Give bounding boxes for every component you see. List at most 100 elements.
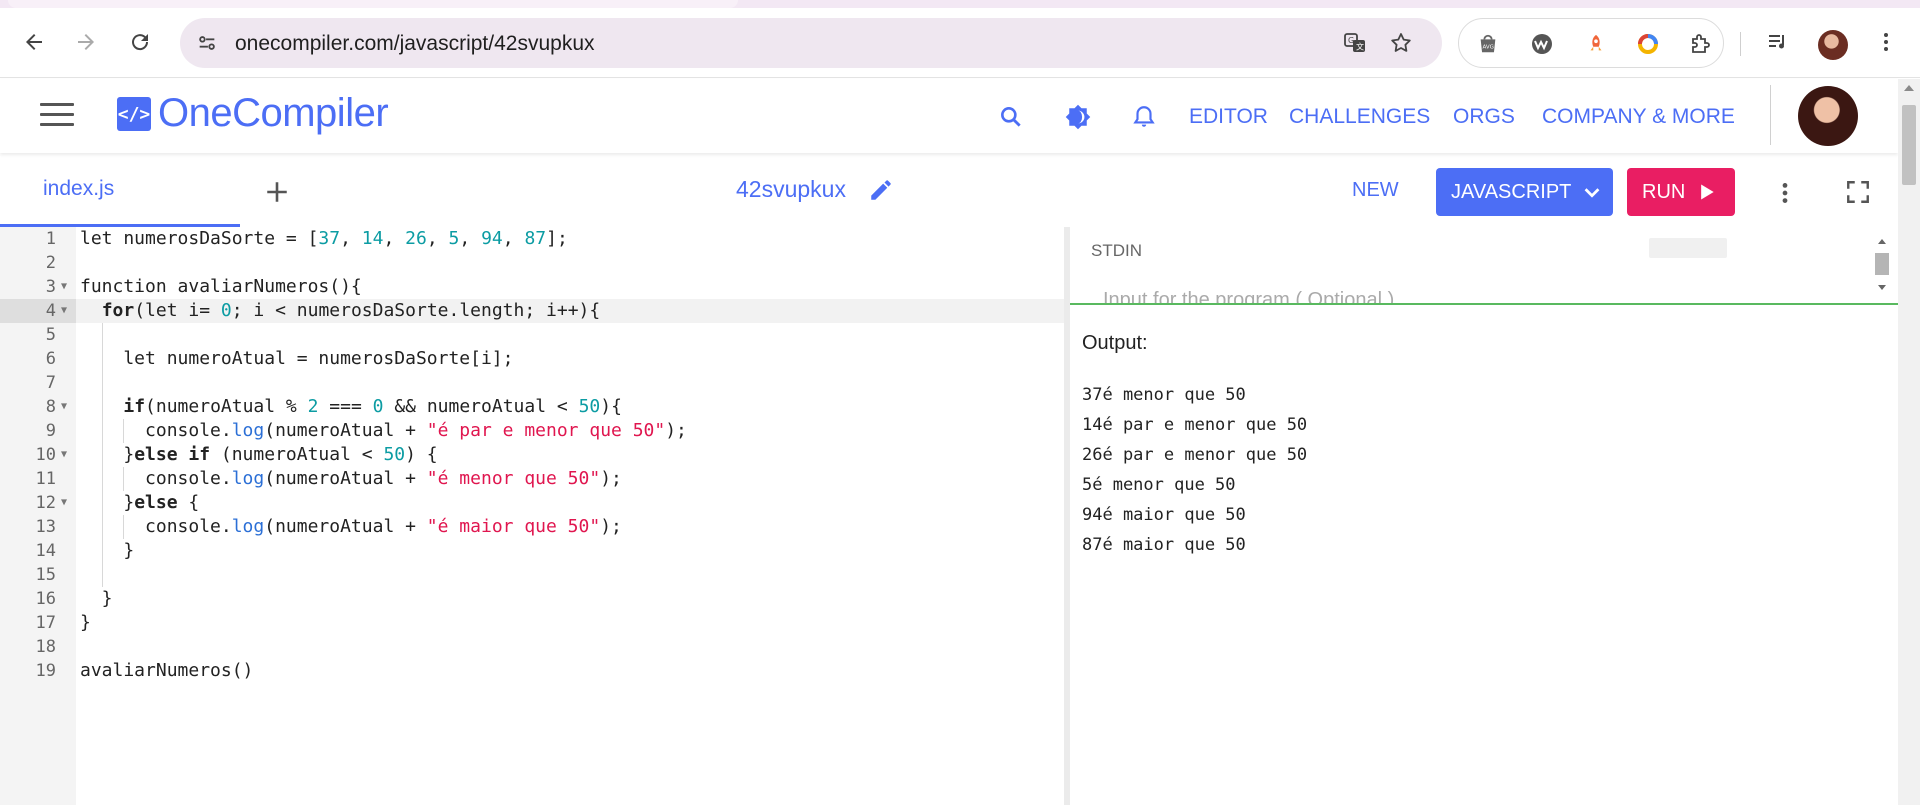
browser-toolbar: onecompiler.com/javascript/42svupkux G文 … xyxy=(0,8,1920,78)
output-line: 5é menor que 50 xyxy=(1082,475,1236,495)
extensions-group: AVG xyxy=(1458,18,1724,68)
line-number: 9 xyxy=(45,421,56,441)
code-line: }else { xyxy=(80,492,200,513)
code-editor[interactable]: 1 2 3 ▼ 4 ▼ 5 6 7 8 ▼ 9 10 ▼ 11 12 ▼ 13 14 15 16 17 18 19 let n… xyxy=(0,227,1064,805)
line-number: 13 xyxy=(35,517,56,537)
line-number: 15 xyxy=(35,565,56,585)
indent-guide xyxy=(123,515,125,539)
indent-guide xyxy=(101,323,103,587)
fold-arrow-icon[interactable]: ▼ xyxy=(61,443,71,467)
fold-arrow-icon[interactable]: ▼ xyxy=(61,275,71,299)
forward-arrow-icon[interactable] xyxy=(66,22,106,62)
back-arrow-icon[interactable] xyxy=(14,22,54,62)
code-line: } xyxy=(80,588,113,609)
code-line: }else if (numeroAtual < 50) { xyxy=(80,444,438,465)
line-number: 18 xyxy=(35,637,56,657)
file-tab-label: index.js xyxy=(43,177,115,200)
browser-tabstrip xyxy=(0,0,1920,8)
fold-arrow-icon[interactable]: ▼ xyxy=(61,299,71,323)
nav-editor-link[interactable]: EDITOR xyxy=(1189,105,1268,129)
line-number-gutter: 1 2 3 ▼ 4 ▼ 5 6 7 8 ▼ 9 10 ▼ 11 12 ▼ 13 14 15 16 17 18 19 xyxy=(0,227,76,805)
more-options-icon[interactable] xyxy=(1770,176,1800,210)
line-number: 10 xyxy=(35,445,56,465)
line-number: 3 xyxy=(45,277,56,297)
output-line: 26é par e menor que 50 xyxy=(1082,445,1308,465)
code-line: console.log(numeroAtual + "é menor que 5… xyxy=(80,468,622,489)
code-line: console.log(numeroAtual + "é maior que 5… xyxy=(80,516,622,537)
stdin-panel[interactable]: STDIN Input for the program ( Optional ) xyxy=(1070,227,1898,305)
svg-text:AVG: AVG xyxy=(1483,45,1494,51)
output-line: 37é menor que 50 xyxy=(1082,385,1246,405)
media-queue-icon[interactable] xyxy=(1758,22,1798,62)
search-icon[interactable] xyxy=(995,101,1027,133)
new-button[interactable]: NEW xyxy=(1352,179,1399,202)
line-number: 7 xyxy=(45,373,56,393)
stdin-scrollbar[interactable] xyxy=(1870,227,1894,303)
stdin-input[interactable]: Input for the program ( Optional ) xyxy=(1103,289,1394,303)
add-file-plus-icon[interactable] xyxy=(260,175,294,209)
output-label: Output: xyxy=(1082,332,1148,354)
line-number: 6 xyxy=(45,349,56,369)
color-ring-extension-icon[interactable] xyxy=(1633,29,1663,59)
nav-company-more-link[interactable]: COMPANY & MORE xyxy=(1542,105,1735,129)
output-line: 94é maior que 50 xyxy=(1082,505,1246,525)
nav-challenges-link[interactable]: CHALLENGES xyxy=(1289,105,1430,129)
code-line: let numerosDaSorte = [37, 14, 26, 5, 94,… xyxy=(80,228,568,249)
address-bar[interactable]: onecompiler.com/javascript/42svupkux G文 xyxy=(180,18,1442,68)
logo-text[interactable]: OneCompiler xyxy=(158,91,389,136)
code-line: for(let i= 0; i < numerosDaSorte.length;… xyxy=(101,300,601,321)
site-info-icon[interactable] xyxy=(192,28,222,58)
fullscreen-icon[interactable] xyxy=(1843,177,1873,207)
line-number: 5 xyxy=(45,325,56,345)
line-number: 4 xyxy=(45,301,56,321)
wave-extension-icon[interactable] xyxy=(1527,29,1557,59)
hamburger-menu-icon[interactable] xyxy=(40,103,74,129)
fold-arrow-icon[interactable]: ▼ xyxy=(61,491,71,515)
user-avatar[interactable] xyxy=(1798,86,1858,146)
browser-menu-icon[interactable] xyxy=(1866,22,1906,62)
fold-arrow-icon[interactable]: ▼ xyxy=(61,395,71,419)
nav-orgs-link[interactable]: ORGS xyxy=(1453,105,1515,129)
extensions-puzzle-icon[interactable] xyxy=(1685,29,1715,59)
code-line: avaliarNumeros() xyxy=(80,660,254,681)
theme-toggle-icon[interactable] xyxy=(1062,101,1094,133)
rocket-extension-icon[interactable] xyxy=(1581,29,1611,59)
address-url[interactable]: onecompiler.com/javascript/42svupkux xyxy=(235,32,595,56)
page-scrollbar-thumb[interactable] xyxy=(1902,105,1916,185)
code-line: let numeroAtual = numerosDaSorte[i]; xyxy=(80,348,514,369)
logo-icon[interactable]: </> xyxy=(117,97,151,131)
line-number: 17 xyxy=(35,613,56,633)
svg-text:G: G xyxy=(1348,36,1354,45)
file-tab-index-js[interactable]: index.js xyxy=(0,159,240,227)
code-line: } xyxy=(80,540,135,561)
stdin-label: STDIN xyxy=(1091,241,1142,260)
page-scrollbar[interactable] xyxy=(1898,79,1920,805)
site-header: </> OneCompiler EDITOR CHALLENGES ORGS C… xyxy=(0,79,1898,153)
notification-bell-icon[interactable] xyxy=(1128,101,1160,133)
language-select-button[interactable]: JAVASCRIPT xyxy=(1436,168,1613,216)
line-number: 8 xyxy=(45,397,56,417)
output-line: 14é par e menor que 50 xyxy=(1082,415,1308,435)
language-label: JAVASCRIPT xyxy=(1451,180,1572,203)
play-icon xyxy=(1701,184,1715,200)
line-number: 19 xyxy=(35,661,56,681)
run-label: RUN xyxy=(1642,180,1686,203)
bookmark-star-icon[interactable] xyxy=(1386,28,1416,58)
line-number: 16 xyxy=(35,589,56,609)
line-number: 12 xyxy=(35,493,56,513)
line-number: 1 xyxy=(45,229,56,249)
editor-toolbar: index.js 42svupkux NEW JAVASCRIPT RUN xyxy=(0,159,1898,227)
project-name[interactable]: 42svupkux xyxy=(736,176,846,203)
line-number: 11 xyxy=(35,469,56,489)
active-browser-tab[interactable] xyxy=(8,0,738,8)
line-number: 2 xyxy=(45,253,56,273)
browser-profile-avatar[interactable] xyxy=(1818,30,1848,60)
code-line: } xyxy=(80,612,91,633)
translate-icon[interactable]: G文 xyxy=(1340,28,1370,58)
edit-pencil-icon[interactable] xyxy=(866,175,896,205)
avg-extension-icon[interactable]: AVG xyxy=(1473,29,1503,59)
code-line: function avaliarNumeros(){ xyxy=(80,276,362,297)
run-button[interactable]: RUN xyxy=(1627,168,1735,216)
reload-icon[interactable] xyxy=(120,22,160,62)
code-line: console.log(numeroAtual + "é par e menor… xyxy=(80,420,687,441)
